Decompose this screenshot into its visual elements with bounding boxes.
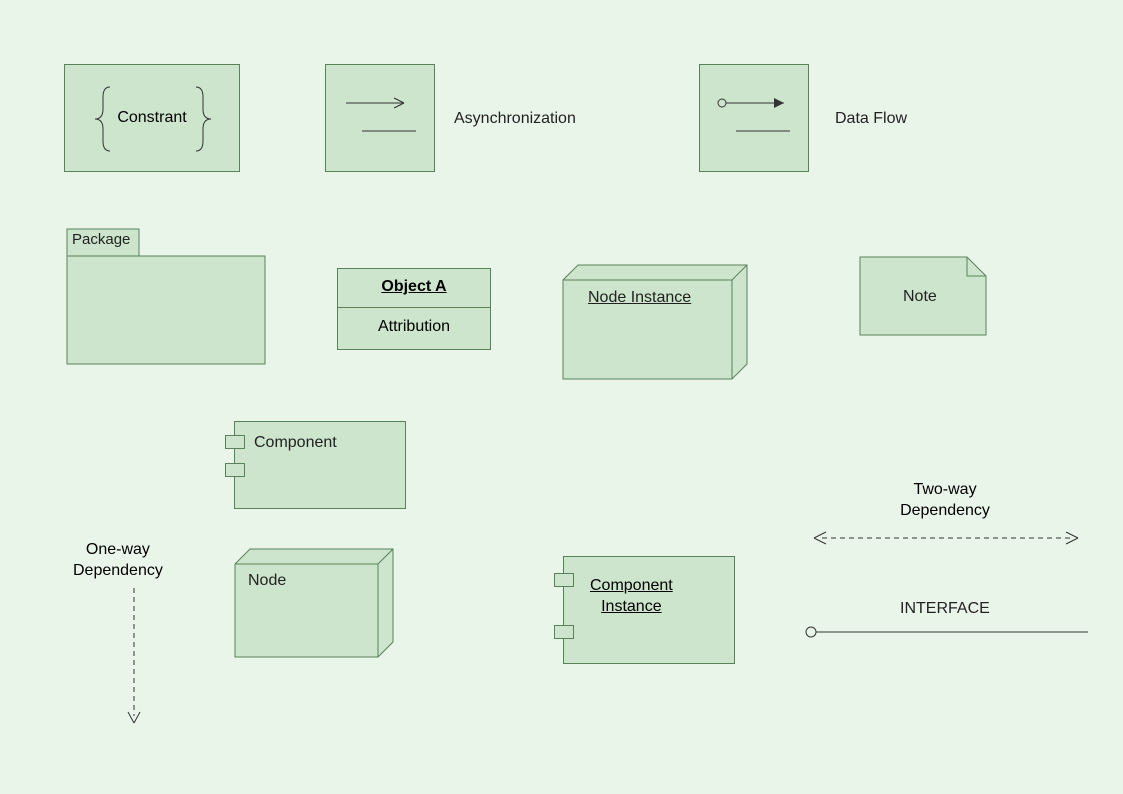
node-instance-shape <box>562 264 748 380</box>
package-shape <box>66 228 266 368</box>
constraint-label: Constrant <box>117 109 186 127</box>
object-attr: Attribution <box>378 308 450 336</box>
interface-icon <box>803 622 1093 642</box>
async-arrow-icon <box>326 65 436 173</box>
package-label: Package <box>72 231 130 248</box>
interface-label: INTERFACE <box>900 600 990 618</box>
note-label: Note <box>903 288 937 306</box>
component-instance-label: Component Instance <box>590 576 673 618</box>
object-title: Object A <box>381 269 446 296</box>
one-way-arrow-icon <box>124 588 144 728</box>
two-way-label-l1: Two-way <box>870 480 1020 501</box>
async-label: Asynchronization <box>454 110 576 128</box>
two-way-arrow-icon <box>812 528 1082 548</box>
dataflow-shape <box>699 64 809 172</box>
one-way-label-l1: One-way <box>73 540 163 561</box>
component-label: Component <box>254 434 337 452</box>
object-shape: Object A Attribution <box>337 268 491 350</box>
node-instance-label: Node Instance <box>588 289 691 307</box>
dataflow-arrow-icon <box>700 65 810 173</box>
one-way-label-l2: Dependency <box>73 561 163 582</box>
node-shape <box>234 548 394 658</box>
component-instance-l2: Instance <box>590 597 673 618</box>
dataflow-label: Data Flow <box>835 110 907 128</box>
async-shape <box>325 64 435 172</box>
node-label: Node <box>248 572 286 590</box>
constraint-shape: Constrant <box>64 64 240 172</box>
one-way-label: One-way Dependency <box>73 540 163 582</box>
two-way-label: Two-way Dependency <box>870 480 1020 522</box>
two-way-label-l2: Dependency <box>870 501 1020 522</box>
component-instance-l1: Component <box>590 576 673 597</box>
